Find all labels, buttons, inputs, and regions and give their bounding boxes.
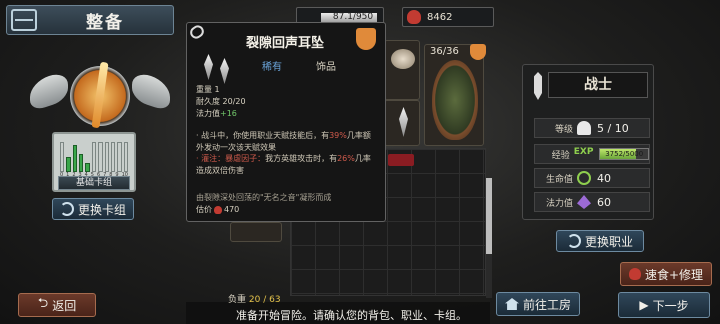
change-class-label: 更换职业 — [584, 234, 633, 249]
left-wing-icon — [30, 69, 68, 113]
money-bag-icon — [407, 10, 421, 24]
workshop-label: 前往工房 — [522, 297, 571, 312]
swap-icon — [59, 202, 74, 216]
life-icon — [577, 171, 591, 185]
cost-curve-bar — [79, 154, 84, 172]
go-workshop-button[interactable]: 前往工房 — [496, 292, 580, 316]
quick-buy-repair-button[interactable]: 速食+修理 — [620, 262, 712, 286]
cost-curve-bar — [91, 142, 97, 172]
page-title: 整备 — [86, 12, 124, 33]
item-rarity: 稀有 — [262, 62, 282, 73]
price-label: 估价 — [196, 205, 212, 214]
cost-curve-bar — [110, 142, 116, 172]
hero-exp-row: 经验 EXP 3752/5000 — [534, 144, 650, 164]
change-class-button[interactable]: 更换职业 — [556, 230, 644, 252]
swap-deck-label: 更换卡组 — [77, 202, 126, 217]
hero-hp-value: 40 — [597, 171, 611, 185]
house-icon — [504, 298, 519, 310]
item-stats: 重量 1 耐久度 20/20 法力值+16 — [196, 84, 246, 120]
exp-icon: EXP — [573, 147, 594, 157]
shield-count: 36/36 — [430, 46, 459, 57]
item-effect-1: · 战斗中，你使用职业天赋技能后，有39%几率额外发动一次该天赋效果 — [196, 131, 371, 152]
mana-icon — [577, 195, 591, 209]
item-rarity-badge-icon — [356, 28, 376, 50]
person-icon — [577, 121, 591, 135]
deck-emblem — [30, 61, 170, 132]
price-value: 470 — [224, 205, 240, 214]
shield-icon — [432, 60, 478, 140]
potion-icon — [388, 154, 414, 166]
money-bag-icon — [214, 205, 222, 214]
item-weight: 重量 1 — [196, 85, 220, 94]
hero-mp-row: 法力值 60 — [534, 192, 650, 212]
inventory-slot[interactable] — [384, 100, 420, 146]
earring-left-icon — [204, 54, 213, 80]
weight-display: 负重 20 / 63 — [228, 295, 281, 305]
status-message: 准备开始冒险。请确认您的背包、职业、卡组。 — [236, 309, 467, 322]
cost-curve-bar — [123, 142, 128, 172]
back-label: 返回 — [52, 298, 77, 313]
cost-curve-bar — [98, 142, 103, 172]
earring-art-icon — [198, 44, 238, 84]
cost-curve-bar — [85, 163, 90, 172]
cost-curve-bars — [60, 142, 128, 172]
hero-level-value: 5 / 10 — [597, 121, 629, 135]
item-price: 估价 470 — [196, 204, 239, 215]
hero-class-name: 战士 — [548, 72, 648, 98]
swap-deck-button[interactable]: 更换卡组 — [52, 198, 134, 220]
hero-mp-value: 60 — [597, 195, 611, 209]
item-durability: 耐久度 20/20 — [196, 97, 246, 106]
next-step-label: 下一步 — [652, 298, 689, 313]
exp-bar: 3752/5000 — [599, 148, 649, 160]
cost-curve-bar — [104, 142, 109, 172]
quick-buy-label: 速食+修理 — [644, 267, 704, 282]
deck-name-label: 基础卡组 — [58, 176, 130, 190]
item-source: 由裂隙深处回荡的"无名之音"凝形而成 — [196, 193, 332, 202]
money-bag-icon — [628, 268, 641, 280]
item-mana: 法力值+16 — [196, 109, 237, 118]
hero-level-row: 等级 5 / 10 — [534, 118, 650, 138]
cost-curve-bar — [72, 145, 78, 172]
item-description: · 战斗中，你使用职业天赋技能后，有39%几率额外发动一次该天赋效果 · 灌注：… — [196, 130, 376, 176]
store-icon — [11, 9, 37, 31]
cost-curve-bar — [60, 142, 65, 172]
gold-value: 8462 — [427, 11, 453, 23]
hero-hp-row: 生命值 40 — [534, 168, 650, 188]
inventory-slot[interactable] — [230, 222, 282, 242]
next-step-button[interactable]: ▶ 下一步 — [618, 292, 710, 318]
play-arrow-icon: ▶ — [639, 298, 649, 312]
item-name: 裂隙回声耳坠 — [246, 36, 325, 51]
earring-right-icon — [220, 58, 229, 84]
back-button[interactable]: ⮌ 返回 — [18, 293, 96, 317]
inventory-slot[interactable] — [384, 40, 420, 100]
rarity-badge-icon — [470, 44, 486, 60]
plate-icon — [391, 49, 415, 69]
item-effect-2: · 灌注：暴虐因子：我方英雄攻击时，有26%几率造成双倍伤害 — [196, 154, 371, 175]
earring-icon — [399, 107, 408, 137]
cost-curve-bar — [66, 157, 71, 172]
inventory-scrollbar[interactable] — [486, 178, 492, 298]
gold-resource: 8462 — [402, 7, 494, 27]
back-arrow-icon: ⮌ — [37, 296, 49, 311]
exp-value: 3752/5000 — [605, 150, 644, 158]
page-header: 整备 — [6, 5, 174, 35]
swap-icon — [566, 234, 581, 248]
item-slot-type: 饰品 — [316, 62, 336, 73]
potion-slot[interactable] — [384, 150, 420, 170]
right-wing-icon — [132, 69, 170, 113]
hp-value: 87.1/950 — [332, 12, 374, 22]
cost-curve-bar — [117, 142, 122, 172]
